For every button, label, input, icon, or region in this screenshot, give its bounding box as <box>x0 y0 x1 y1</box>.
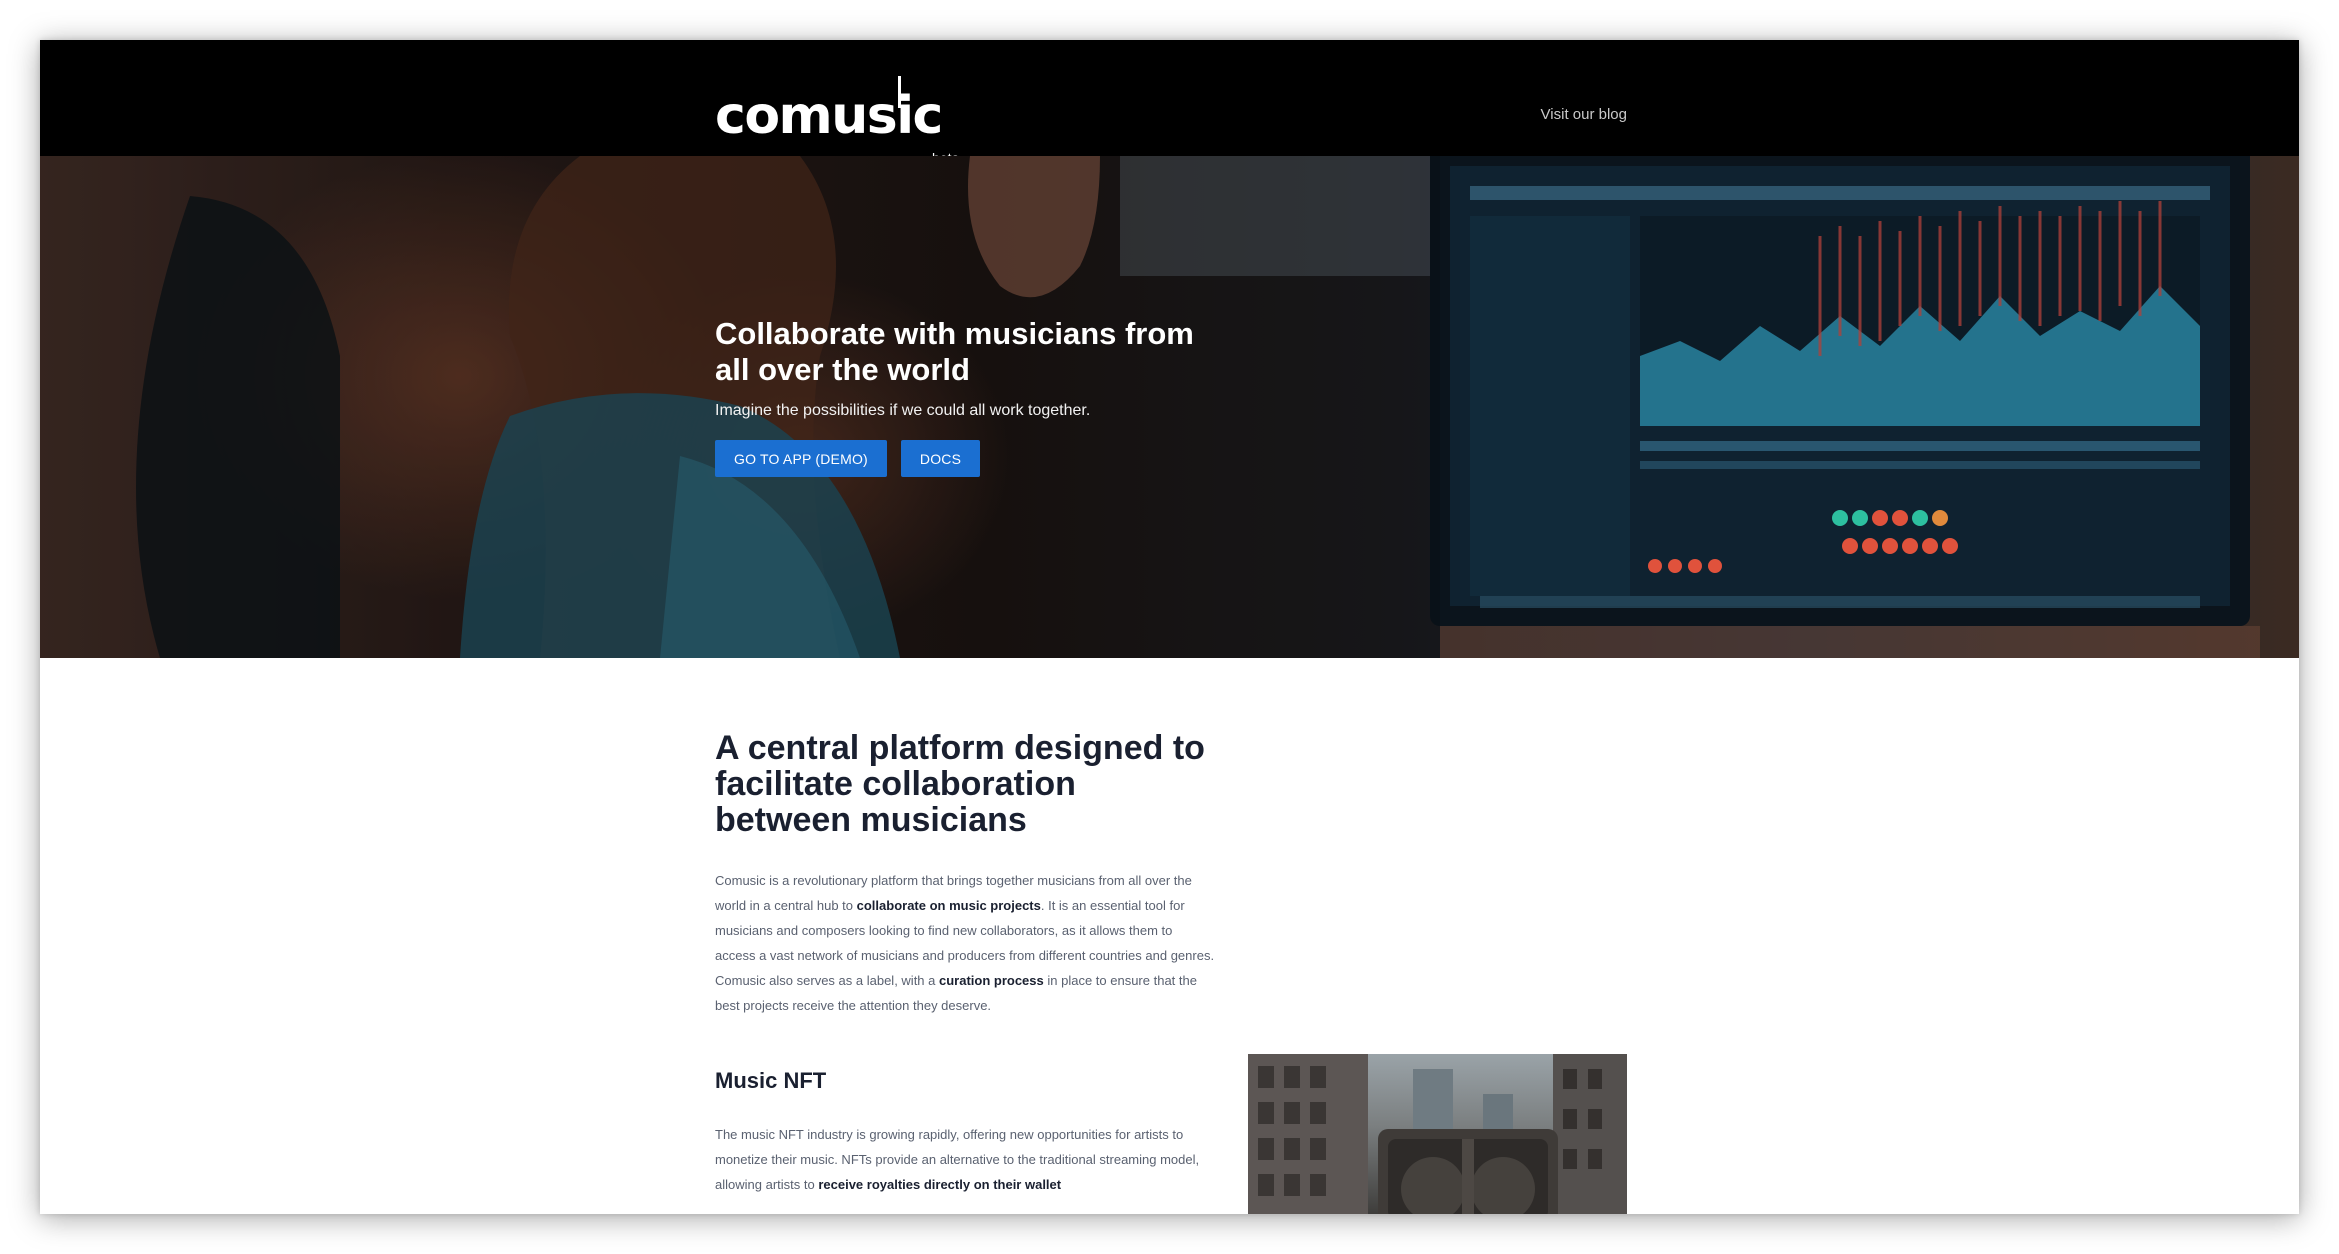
nft-speaker-image <box>1248 1054 1627 1214</box>
emphasis-text: receive royalties directly on their wall… <box>818 1177 1062 1192</box>
section-heading-music-nft: Music NFT <box>715 1068 827 1093</box>
hero-subtitle: Imagine the possibilities if we could al… <box>715 402 1091 419</box>
visit-blog-link[interactable]: Visit our blog <box>1540 106 1627 123</box>
comusic-logo[interactable]: comusic beta <box>715 76 959 166</box>
hero-banner: Collaborate with musicians from all over… <box>40 156 2299 658</box>
go-to-app-button[interactable]: GO TO APP (DEMO) <box>715 440 887 477</box>
hero-title: Collaborate with musicians from all over… <box>715 316 1194 387</box>
intro-paragraph: Comusic is a revolutionary platform that… <box>715 868 1215 1018</box>
emphasis-text: collaborate on music projects <box>856 898 1041 913</box>
logo-wordmark: comusic <box>715 86 943 146</box>
hero-buttons: GO TO APP (DEMO) DOCS <box>715 440 1235 477</box>
docs-button[interactable]: DOCS <box>900 440 981 477</box>
hero-content: Collaborate with musicians from all over… <box>715 316 1235 477</box>
main-content: A central platform designed to facilitat… <box>715 730 1215 1197</box>
top-navigation-bar: comusic beta Visit our blog <box>40 40 2299 166</box>
browser-page: comusic beta Visit our blog <box>40 40 2299 1214</box>
emphasis-text: curation process <box>938 973 1044 988</box>
nft-paragraph: The music NFT industry is growing rapidl… <box>715 1122 1215 1197</box>
logo-note-stem <box>898 76 901 108</box>
section-heading-platform: A central platform designed to facilitat… <box>715 729 1205 839</box>
